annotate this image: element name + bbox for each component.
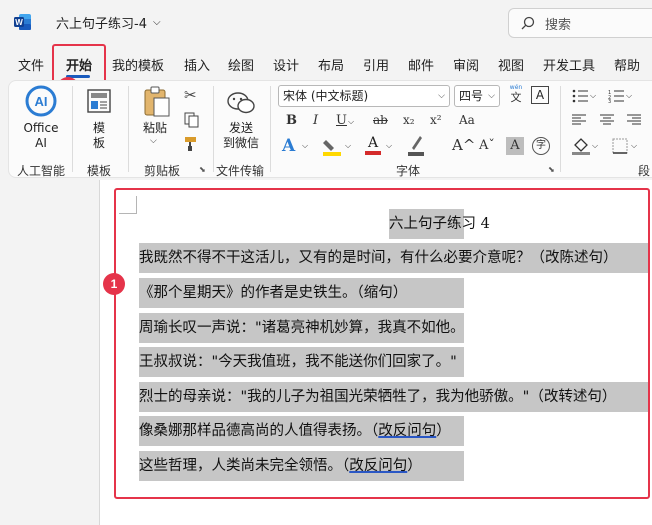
svg-text:3: 3 — [608, 99, 611, 103]
font-size-value: 四号 — [459, 89, 484, 103]
document-title-text: 六上句子练习-4 — [56, 17, 147, 32]
document-title[interactable]: 六上句子练习-4 ⌵ — [56, 13, 161, 32]
chevron-down-icon[interactable]: ⌵ — [348, 117, 354, 127]
group-separator — [270, 86, 271, 172]
font-color-icon: A — [367, 135, 379, 151]
step-badge-1: 1 — [103, 273, 125, 295]
group-separator — [213, 86, 214, 172]
font-name-value: 宋体 (中文标题) — [283, 89, 369, 103]
paste-label: 粘贴 — [143, 121, 168, 135]
office-ai-icon: AI — [25, 85, 57, 117]
text-effects-icon[interactable]: A — [282, 136, 295, 156]
chevron-down-icon[interactable]: ⌵ — [626, 91, 632, 101]
enclose-characters-button[interactable]: 字 — [532, 137, 550, 155]
subscript-button[interactable]: x₂ — [403, 113, 415, 127]
wechat-label-line1: 发送 — [228, 121, 253, 135]
group-label-clipboard: 剪贴板 — [144, 164, 181, 178]
character-shading-button[interactable]: A — [506, 137, 524, 155]
group-separator — [560, 86, 561, 172]
group-label-template: 模板 — [87, 164, 112, 178]
search-icon — [521, 16, 535, 30]
change-case-button[interactable]: Aa — [459, 113, 475, 127]
tab-draw[interactable]: 绘图 — [228, 55, 254, 74]
paste-icon — [144, 86, 170, 117]
tab-file[interactable]: 文件 — [18, 55, 44, 74]
wechat-icon — [227, 92, 255, 114]
title-bar: W 六上句子练习-4 ⌵ 搜索 — [0, 0, 652, 44]
dialog-launcher-icon[interactable]: ⬊ — [199, 165, 206, 174]
tab-review[interactable]: 审阅 — [453, 55, 479, 74]
wen-char: 文 — [510, 91, 522, 104]
wechat-label-line2: 到微信 — [222, 136, 259, 150]
tab-my-templates[interactable]: 我的模板 — [112, 55, 164, 74]
svg-text:W: W — [15, 18, 23, 27]
left-margin-area — [0, 180, 100, 525]
align-right-icon[interactable] — [627, 114, 641, 126]
phonetic-guide-button[interactable]: wén 文 — [507, 84, 525, 104]
font-size-select[interactable]: 四号 ⌵ — [454, 85, 500, 107]
tab-help[interactable]: 帮助 — [614, 55, 640, 74]
home-tab-highlight-box — [52, 44, 106, 84]
highlight-color-icon[interactable] — [322, 138, 342, 156]
search-placeholder: 搜索 — [545, 17, 572, 33]
office-ai-label-line2: AI — [35, 136, 47, 150]
font-name-select[interactable]: 宋体 (中文标题) ⌵ — [278, 85, 450, 107]
character-border-label: A — [535, 88, 545, 102]
office-ai-label-line1: Office — [23, 121, 59, 135]
group-label-font: 字体 — [396, 164, 421, 178]
align-left-icon[interactable] — [572, 114, 586, 126]
chevron-down-icon[interactable]: ⌵ — [302, 141, 308, 151]
shading-bucket-icon[interactable] — [572, 137, 590, 155]
svg-text:AI: AI — [35, 94, 48, 109]
group-separator — [72, 86, 73, 172]
chevron-down-icon[interactable]: ⌵ — [345, 141, 351, 151]
shrink-font-button[interactable]: Aˇ — [479, 138, 495, 153]
dialog-launcher-icon[interactable]: ⬊ — [548, 165, 555, 174]
cut-icon[interactable]: ✂ — [184, 86, 197, 104]
strikethrough-button[interactable]: ab — [373, 113, 388, 127]
numbering-icon[interactable]: 123 — [608, 89, 624, 103]
search-box[interactable]: 搜索 — [508, 8, 652, 38]
word-app-icon: W — [14, 14, 31, 30]
format-painter-icon[interactable] — [184, 136, 202, 152]
font-color-button[interactable]: A — [365, 135, 381, 155]
chevron-down-icon[interactable]: ⌵ — [386, 141, 392, 151]
borders-icon[interactable] — [612, 138, 628, 154]
tab-developer[interactable]: 开发工具 — [543, 55, 595, 74]
chevron-down-icon: ⌵ — [152, 17, 161, 28]
italic-button[interactable]: I — [313, 113, 318, 128]
tab-design[interactable]: 设计 — [273, 55, 299, 74]
chevron-down-icon[interactable]: ⌵ — [631, 141, 637, 151]
copy-icon[interactable] — [184, 112, 200, 128]
group-separator — [128, 86, 129, 172]
template-label-line2: 板 — [92, 136, 105, 150]
superscript-button[interactable]: x² — [430, 113, 442, 127]
chevron-down-icon: ⌵ — [438, 91, 445, 101]
tab-mailings[interactable]: 邮件 — [408, 55, 434, 74]
selection-highlight-box — [114, 188, 650, 499]
chevron-down-icon: ⌵ — [150, 136, 157, 146]
group-label-ai: 人工智能 — [17, 164, 66, 178]
character-shading-pen-icon[interactable] — [408, 134, 424, 156]
tab-view[interactable]: 视图 — [498, 55, 524, 74]
template-label-line1: 模 — [92, 121, 105, 135]
bold-button[interactable]: B — [286, 113, 297, 128]
group-label-paragraph: 段 — [638, 164, 651, 178]
chevron-down-icon[interactable]: ⌵ — [592, 141, 598, 151]
chevron-down-icon: ⌵ — [488, 91, 495, 101]
tab-insert[interactable]: 插入 — [184, 55, 210, 74]
underline-button[interactable]: U — [336, 113, 347, 128]
bullets-icon[interactable] — [572, 89, 588, 103]
template-icon — [87, 89, 111, 113]
grow-font-button[interactable]: A^ — [452, 136, 475, 154]
chevron-down-icon[interactable]: ⌵ — [590, 91, 596, 101]
align-center-icon[interactable] — [600, 114, 614, 126]
group-label-file-transfer: 文件传输 — [216, 164, 265, 178]
tab-references[interactable]: 引用 — [363, 55, 389, 74]
tab-layout[interactable]: 布局 — [318, 55, 344, 74]
character-border-button[interactable]: A — [531, 86, 549, 104]
